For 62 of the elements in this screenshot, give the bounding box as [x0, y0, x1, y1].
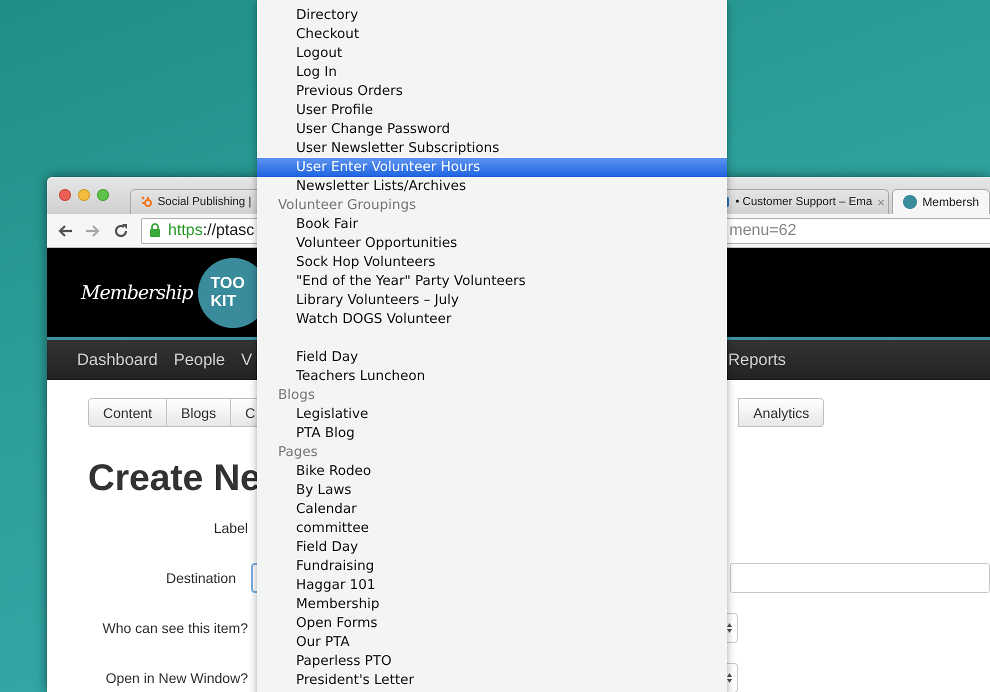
- menu-option[interactable]: Our PTA: [257, 633, 727, 652]
- menu-option[interactable]: Calendar: [257, 500, 727, 519]
- nav-link[interactable]: Dashboard: [77, 350, 158, 370]
- section-button[interactable]: Analytics: [738, 398, 824, 427]
- field-label: Open in New Window?: [104, 670, 248, 686]
- zoom-button[interactable]: [97, 189, 109, 201]
- updown-arrows-icon: [726, 672, 733, 684]
- menu-option[interactable]: Fundraising: [257, 557, 727, 576]
- menu-option[interactable]: Previous Orders: [257, 82, 727, 101]
- nav-link[interactable]: Reports: [728, 350, 786, 370]
- url-text: https://ptasc: [168, 222, 254, 240]
- menu-option[interactable]: User Change Password: [257, 120, 727, 139]
- padlock-icon: [149, 223, 161, 238]
- menu-option[interactable]: Sock Hop Volunteers: [257, 253, 727, 272]
- nav-link[interactable]: People: [174, 350, 226, 370]
- close-button[interactable]: [59, 189, 71, 201]
- menu-option[interactable]: Open Forms: [257, 614, 727, 633]
- menu-option[interactable]: PTA Blog: [257, 424, 727, 443]
- menu-option[interactable]: Directory: [257, 6, 727, 25]
- url-text: menu=62: [729, 222, 796, 240]
- section-button[interactable]: Blogs: [167, 398, 232, 427]
- circle-logo-icon: [903, 195, 918, 209]
- section-button[interactable]: Content: [88, 398, 168, 427]
- logo-badge-text: KIT: [210, 292, 236, 310]
- forward-arrow-icon[interactable]: [85, 224, 101, 238]
- menu-option[interactable]: Haggar 101: [257, 576, 727, 595]
- menu-option[interactable]: committee: [257, 519, 727, 538]
- menu-option[interactable]: Paperless PTO: [257, 652, 727, 671]
- logo-script-text: Membership: [81, 282, 192, 304]
- menu-option[interactable]: Teachers Luncheon: [257, 367, 727, 386]
- tab-title: • Customer Support – Ema: [735, 196, 872, 208]
- menu-option[interactable]: President's Letter: [257, 671, 727, 690]
- text-field[interactable]: [730, 563, 990, 593]
- menu-option[interactable]: Volunteer Opportunities: [257, 234, 727, 253]
- menu-option[interactable]: Book Fair: [257, 215, 727, 234]
- menu-option[interactable]: Field Day: [257, 538, 727, 557]
- menu-option[interactable]: Checkout: [257, 25, 727, 44]
- menu-option[interactable]: Field Day: [257, 348, 727, 367]
- field-label: Label: [212, 520, 248, 536]
- menu-option[interactable]: User Profile: [257, 101, 727, 120]
- option-group-label: Pages: [278, 443, 318, 462]
- logo-badge-text: TOO: [210, 274, 245, 292]
- updown-arrows-icon: [726, 622, 733, 634]
- tab-title: Membersh: [922, 195, 979, 209]
- minimize-button[interactable]: [78, 189, 90, 201]
- sprocket-icon: [140, 196, 153, 208]
- menu-option[interactable]: Log In: [257, 63, 727, 82]
- menu-option[interactable]: Watch DOGS Volunteer: [257, 310, 727, 329]
- menu-option[interactable]: User Enter Volunteer Hours: [257, 158, 727, 177]
- nav-link[interactable]: V: [241, 350, 252, 370]
- menu-option[interactable]: Membership: [257, 595, 727, 614]
- field-label: Destination: [164, 570, 236, 586]
- menu-option[interactable]: Library Volunteers – July: [257, 291, 727, 310]
- tab-title: Social Publishing |: [158, 196, 252, 208]
- field-label: Who can see this item?: [101, 620, 248, 636]
- menu-option[interactable]: User Newsletter Subscriptions: [257, 139, 727, 158]
- option-group-label: Blogs: [278, 386, 315, 405]
- menu-option[interactable]: "End of the Year" Party Volunteers: [257, 272, 727, 291]
- browser-tab[interactable]: Membersh: [892, 189, 990, 214]
- reload-icon[interactable]: [113, 222, 129, 238]
- menu-option[interactable]: Logout: [257, 44, 727, 63]
- back-arrow-icon[interactable]: [57, 224, 73, 238]
